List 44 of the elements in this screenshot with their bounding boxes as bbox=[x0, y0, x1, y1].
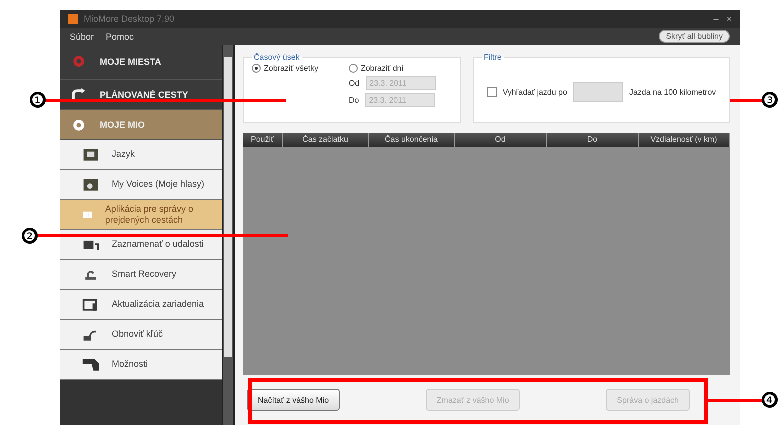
sidebar-item[interactable]: Jazyk bbox=[60, 140, 222, 170]
sidebar-item[interactable]: Možnosti bbox=[60, 350, 222, 380]
field-label: Do bbox=[348, 96, 360, 104]
column-header[interactable]: Použiť bbox=[243, 133, 283, 147]
sidebar-item[interactable]: My Voices (Moje hlasy) bbox=[60, 170, 222, 200]
sidebar-item[interactable]: Zaznamenať o udalosti bbox=[60, 230, 222, 260]
sidebar-item[interactable]: Aplikácia pre správy o prejdených cestách bbox=[60, 200, 222, 230]
checkbox[interactable] bbox=[486, 87, 497, 97]
callout-number: ❶ bbox=[30, 92, 46, 108]
photo-icon bbox=[82, 176, 100, 192]
radio-button[interactable] bbox=[348, 64, 358, 73]
sidebar-item[interactable]: Smart Recovery bbox=[60, 260, 222, 290]
radio-option[interactable]: Zobraziť všetky bbox=[252, 64, 335, 73]
close-button[interactable]: × bbox=[726, 14, 732, 24]
callout-number: ❸ bbox=[762, 92, 778, 108]
menu-item[interactable]: Súbor bbox=[70, 32, 94, 42]
column-header[interactable]: Čas ukončenia bbox=[369, 133, 455, 147]
unit-label: Jazda na 100 kilometrov bbox=[629, 88, 716, 96]
callout-number: ❷ bbox=[22, 228, 38, 244]
screen-icon bbox=[82, 146, 100, 162]
radio-option[interactable]: Zobraziť dni bbox=[348, 64, 452, 73]
checkbox-label: Vyhľadať jazdu po bbox=[502, 88, 568, 96]
radio-button[interactable] bbox=[252, 64, 261, 73]
field-label: Od bbox=[348, 78, 360, 88]
group-title: Filtre bbox=[483, 53, 503, 62]
sidebar-item[interactable]: MOJE MIESTA bbox=[60, 45, 222, 80]
sidebar-item[interactable]: PLÁNOVANÉ CESTY bbox=[60, 80, 222, 110]
column-header[interactable]: Od bbox=[455, 133, 547, 147]
leader-line bbox=[730, 99, 762, 102]
column-header[interactable]: Čas začiatku bbox=[283, 133, 369, 147]
sidebar-item[interactable]: Aktualizácia zariadenia bbox=[60, 290, 222, 320]
menu-item[interactable]: Pomoc bbox=[106, 32, 134, 42]
column-header[interactable]: Do bbox=[547, 133, 639, 147]
callout-number: ❹ bbox=[762, 392, 778, 408]
hide-bubbles-button[interactable]: Skryť all bubliny bbox=[659, 30, 730, 43]
minimize-button[interactable]: – bbox=[714, 14, 719, 24]
group-title: Časový úsek bbox=[253, 53, 301, 62]
app-logo-icon bbox=[68, 14, 78, 24]
input-field[interactable] bbox=[573, 82, 624, 102]
sidebar-item[interactable]: Obnoviť kľúč bbox=[60, 320, 222, 350]
window-title: MioMore Desktop 7.90 bbox=[84, 14, 175, 24]
scrollbar[interactable] bbox=[222, 45, 233, 425]
column-header[interactable]: Vzdialenosť (v km) bbox=[639, 133, 730, 147]
action-button[interactable]: Načítať z vášho Mio bbox=[247, 389, 340, 411]
